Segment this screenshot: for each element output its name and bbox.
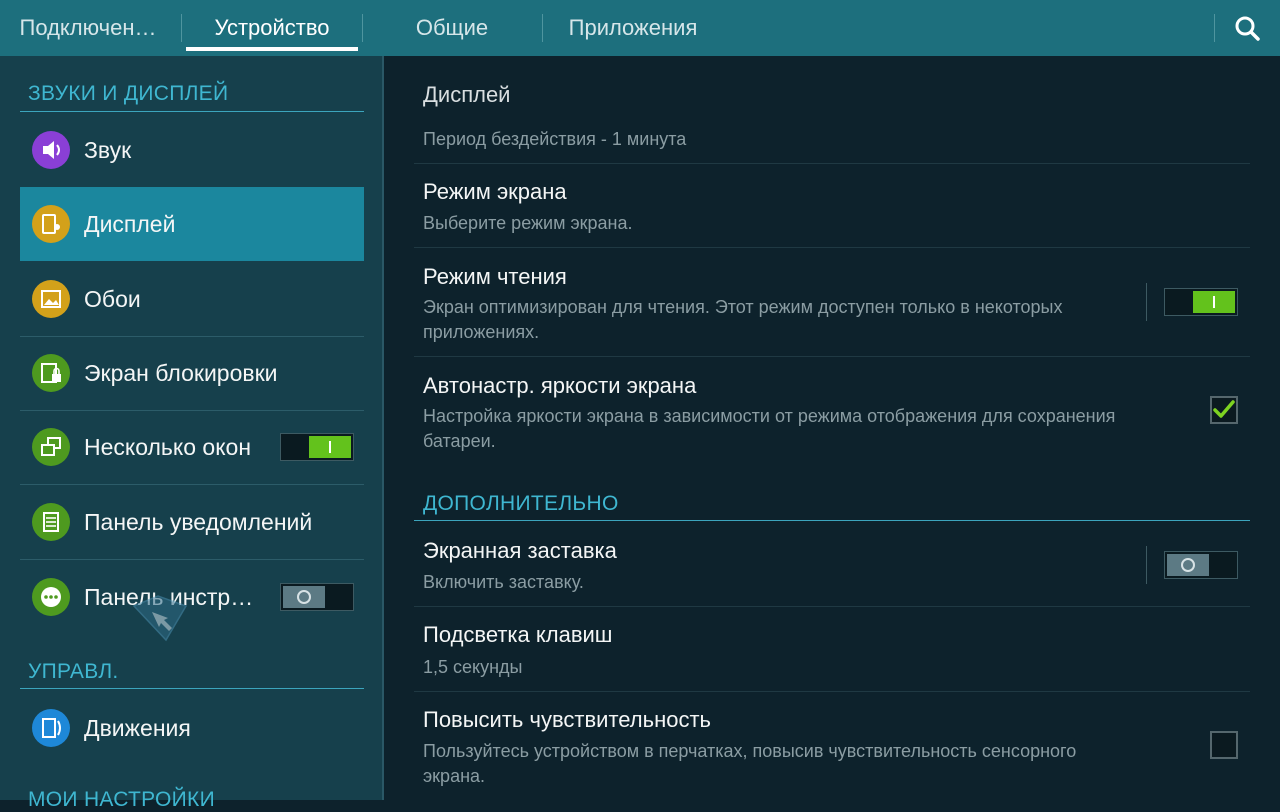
checkmark-icon: [1213, 400, 1235, 418]
switch-thumb-off: [283, 586, 325, 608]
sidebar-item-wallpaper[interactable]: Обои: [20, 262, 364, 336]
tab-divider: [542, 14, 543, 42]
page-title: Дисплей: [423, 82, 511, 107]
watermark-logo-icon: [132, 595, 188, 642]
screensaver-subtitle: Включить заставку.: [423, 572, 584, 592]
tab-divider: [181, 14, 182, 42]
notification-panel-icon: [32, 503, 70, 541]
auto-brightness-subtitle: Настройка яркости экрана в зависимости о…: [423, 406, 1116, 451]
sidebar-item-label: Панель уведомлений: [84, 509, 313, 535]
touch-sensitivity-title: Повысить чувствительность: [423, 707, 711, 732]
sidebar-item-label: Обои: [84, 286, 141, 312]
touch-sensitivity-subtitle: Пользуйтесь устройством в перчатках, пов…: [423, 741, 1077, 786]
sidebar-item-notification-panel[interactable]: Панель уведомлений: [20, 485, 364, 559]
sidebar-item-label: Движения: [84, 715, 191, 741]
switch-thumb-on: [1193, 291, 1235, 313]
tab-divider: [1214, 14, 1215, 42]
search-button[interactable]: [1228, 10, 1268, 46]
sidebar-item-sound[interactable]: Звук: [20, 113, 364, 187]
auto-brightness-title: Автонастр. яркости экрана: [423, 373, 697, 398]
reading-mode-title: Режим чтения: [423, 264, 567, 289]
section-divider: [20, 111, 364, 112]
wallpaper-icon: [32, 280, 70, 318]
auto-brightness-checkbox[interactable]: [1210, 396, 1238, 424]
speaker-icon: [32, 131, 70, 169]
switch-thumb-off: [1167, 554, 1209, 576]
key-backlight-title: Подсветка клавиш: [423, 622, 613, 647]
switch-thumb-on: [309, 436, 351, 458]
screen-mode-subtitle: Выберите режим экрана.: [423, 213, 633, 233]
lock-screen-icon: [32, 354, 70, 392]
active-tab-indicator: [186, 47, 358, 51]
touch-sensitivity-checkbox[interactable]: [1210, 731, 1238, 759]
toolbox-icon: [32, 578, 70, 616]
toolbox-switch[interactable]: [280, 583, 354, 611]
switch-divider: [1146, 546, 1147, 584]
top-tab-bar: Подключен… Устройство Общие Приложения: [0, 0, 1280, 56]
sidebar-item-label: Звук: [84, 137, 132, 163]
sidebar-item-label: Экран блокировки: [84, 360, 278, 386]
tab-general[interactable]: Общие: [372, 0, 532, 56]
tab-divider: [362, 14, 363, 42]
tab-applications[interactable]: Приложения: [548, 0, 718, 56]
reading-mode-switch[interactable]: [1164, 288, 1238, 316]
sidebar-section-header: МОИ НАСТРОЙКИ: [28, 788, 215, 811]
pane-divider: [382, 56, 384, 800]
search-icon: [1235, 16, 1260, 41]
section-divider: [414, 520, 1250, 521]
screensaver-switch[interactable]: [1164, 551, 1238, 579]
section-header-additional: ДОПОЛНИТЕЛЬНО: [423, 492, 619, 515]
display-icon: [32, 205, 70, 243]
reading-mode-subtitle: Экран оптимизирован для чтения. Этот реж…: [423, 297, 1063, 342]
sidebar-item-display[interactable]: Дисплей: [20, 187, 364, 261]
sidebar-item-lock-screen[interactable]: Экран блокировки: [20, 336, 364, 410]
screen-timeout-value: Период бездействия - 1 минута: [423, 129, 687, 149]
multi-window-switch[interactable]: [280, 433, 354, 461]
multi-window-icon: [32, 428, 70, 466]
switch-divider: [1146, 283, 1147, 321]
section-divider: [20, 688, 364, 689]
sidebar-section-header: ЗВУКИ И ДИСПЛЕЙ: [28, 82, 229, 105]
sidebar-section-header: УПРАВЛ.: [28, 660, 119, 683]
sidebar-item-label: Несколько окон: [84, 434, 252, 460]
tab-connections[interactable]: Подключен…: [6, 0, 170, 56]
screensaver-title: Экранная заставка: [423, 538, 617, 563]
screen-mode-title: Режим экрана: [423, 179, 567, 204]
sidebar-item-label: Дисплей: [84, 211, 176, 237]
sidebar-item-motion[interactable]: Движения: [20, 691, 364, 765]
motion-icon: [32, 709, 70, 747]
key-backlight-value: 1,5 секунды: [423, 657, 523, 677]
